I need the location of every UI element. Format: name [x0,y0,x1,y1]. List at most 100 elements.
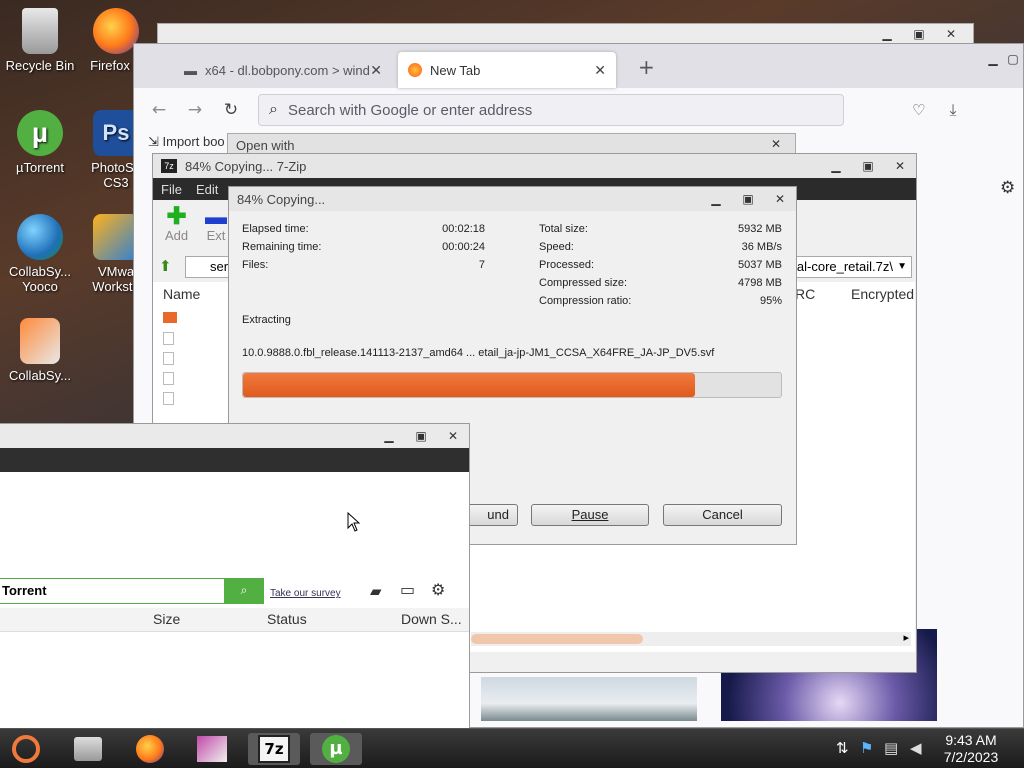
up-folder-icon[interactable]: ⬆ [159,257,172,275]
column-size[interactable]: Size [153,611,180,627]
column-name[interactable]: Name [163,286,200,302]
maximize-icon[interactable]: ▣ [852,159,884,173]
minimize-icon[interactable]: ▁ [820,159,852,173]
current-file: 10.0.9888.0.fbl_release.141113-2137_amd6… [242,347,715,359]
scrollbar-thumb[interactable] [471,634,643,644]
utorrent-search-button[interactable]: ⌕ [224,578,264,604]
navigation-bar: ← → ↻ ⌕ Search with Google or enter addr… [134,88,1023,132]
clock-time: 9:43 AM [945,732,997,748]
maximize-icon[interactable]: ▣ [732,192,764,206]
maximize-icon[interactable]: ▣ [903,27,935,41]
elapsed-label: Elapsed time: [242,223,309,235]
toolbar-add[interactable]: ✚ Add [165,203,188,244]
column-down-speed[interactable]: Down S... [401,611,462,627]
utorrent-window: ▁ ▣ ✕ Torrent ⌕ Take our survey ▰ ▭ ⚙ Si… [0,423,470,729]
menu-edit[interactable]: Edit [196,182,218,197]
settings-gear-icon[interactable]: ⚙ [1000,178,1015,198]
minimize-icon[interactable]: ▁ [700,192,732,206]
minimize-icon[interactable]: ▁ [983,52,1003,66]
sevenzip-icon: 7z [161,159,177,173]
desktop-icon-collabsync-yooco[interactable]: CollabSy... Yooco [0,214,80,294]
file-icon [163,392,174,405]
compressed-size-label: Compressed size: [539,277,628,289]
new-tab-button[interactable]: + [638,55,655,79]
image-viewer-icon [197,736,227,762]
taskbar-file-manager[interactable] [62,733,114,765]
column-status[interactable]: Status [267,611,307,627]
import-icon: ⇲ [148,134,163,149]
files-label: Files: [242,259,269,271]
clock-date: 7/2/2023 [943,749,999,765]
utorrent-titlebar: ▁ ▣ ✕ [0,424,469,448]
folder-icon: ▬ [184,62,197,78]
settings-gear-icon[interactable]: ⚙ [431,580,445,599]
taskbar-utorrent[interactable]: µ [310,733,362,765]
plus-icon: ✚ [166,203,187,230]
compression-ratio-label: Compression ratio: [539,295,632,307]
pause-button[interactable]: Pause [531,504,649,526]
menu-file[interactable]: File [161,182,182,197]
utorrent-search-input[interactable]: Torrent [0,578,225,604]
thumbnail-airplane[interactable] [481,677,697,721]
tab-label: x64 - dl.bobpony.com > windo [205,62,371,78]
chevron-down-icon[interactable]: ▼ [897,257,907,277]
volume-icon[interactable]: ◀ [910,739,922,757]
taskbar-7zip[interactable]: 7z [248,733,300,765]
taskbar: 7z µ ⇅ ⚑ ▤ ◀ 9:43 AM 7/2/2023 [0,728,1024,768]
horizontal-scrollbar[interactable]: ▸ [471,631,911,646]
desktop-icon-collabsync[interactable]: CollabSy... [0,318,80,383]
maximize-icon[interactable]: ▢ [1003,52,1023,66]
clock[interactable]: 9:43 AM 7/2/2023 [930,732,1012,766]
progress-bar [242,372,782,398]
back-arrow-icon[interactable]: ← [144,100,174,120]
tab-new-tab[interactable]: New Tab ✕ [398,52,616,88]
processed-value: 5037 MB [737,259,782,271]
scroll-right-arrow-icon[interactable]: ▸ [903,631,909,644]
remaining-label: Remaining time: [242,241,322,253]
close-icon[interactable]: ✕ [764,192,796,206]
close-icon[interactable]: ✕ [437,429,469,443]
desktop-icon-label: µTorrent [16,160,64,175]
column-encrypted[interactable]: Encrypted [851,286,914,302]
tab-bobpony[interactable]: ▬ x64 - dl.bobpony.com > windo ✕ [174,52,392,88]
close-tab-icon[interactable]: ✕ [594,62,606,79]
url-placeholder: Search with Google or enter address [287,101,533,119]
maximize-icon[interactable]: ▣ [405,429,437,443]
monitor-icon[interactable]: ▭ [400,580,415,599]
utorrent-icon: µ [322,735,350,763]
cancel-button[interactable]: Cancel [663,504,782,526]
close-tab-icon[interactable]: ✕ [370,62,382,79]
download-icon[interactable]: ⤓ [949,100,956,120]
folder-icon [163,312,177,323]
start-button[interactable] [2,733,50,765]
minus-icon: ▬ [205,204,227,229]
forward-arrow-icon[interactable]: → [180,100,210,120]
elapsed-value: 00:02:18 [442,223,485,235]
dialog-title: 84% Copying... [237,191,326,207]
network-arrows-icon[interactable]: ⇅ [836,739,849,757]
windows-flag-icon[interactable]: ⚑ [860,739,873,757]
close-icon[interactable]: ✕ [935,27,967,41]
minimize-icon[interactable]: ▁ [871,27,903,41]
desktop-icon-utorrent[interactable]: µ µTorrent [0,110,80,175]
survey-link[interactable]: Take our survey [270,588,341,599]
minimize-icon[interactable]: ▁ [373,429,405,443]
torrent-list-header: Size Status Down S... [0,608,469,632]
taskbar-image-viewer[interactable] [186,733,238,765]
compressed-size-value: 4798 MB [737,277,782,289]
close-icon[interactable]: ✕ [771,137,781,151]
pocket-icon[interactable]: ♡ [912,101,925,119]
recycle-bin-icon [22,8,58,54]
sevenzip-icon: 7z [258,735,290,763]
network-status-icon[interactable]: ▤ [884,739,898,757]
column-crc[interactable]: RC [795,286,815,302]
close-icon[interactable]: ✕ [884,159,916,173]
chat-icon[interactable]: ▰ [370,582,382,600]
url-bar[interactable]: ⌕ Search with Google or enter address [258,94,844,126]
toolbar-extract[interactable]: ▬ Ext [205,204,227,244]
search-icon: ⌕ [269,101,278,118]
reload-icon[interactable]: ↻ [216,100,246,120]
firefox-tab-icon [408,63,422,77]
bookmark-import[interactable]: ⇲ Import boo [148,134,225,150]
taskbar-firefox[interactable] [124,733,176,765]
